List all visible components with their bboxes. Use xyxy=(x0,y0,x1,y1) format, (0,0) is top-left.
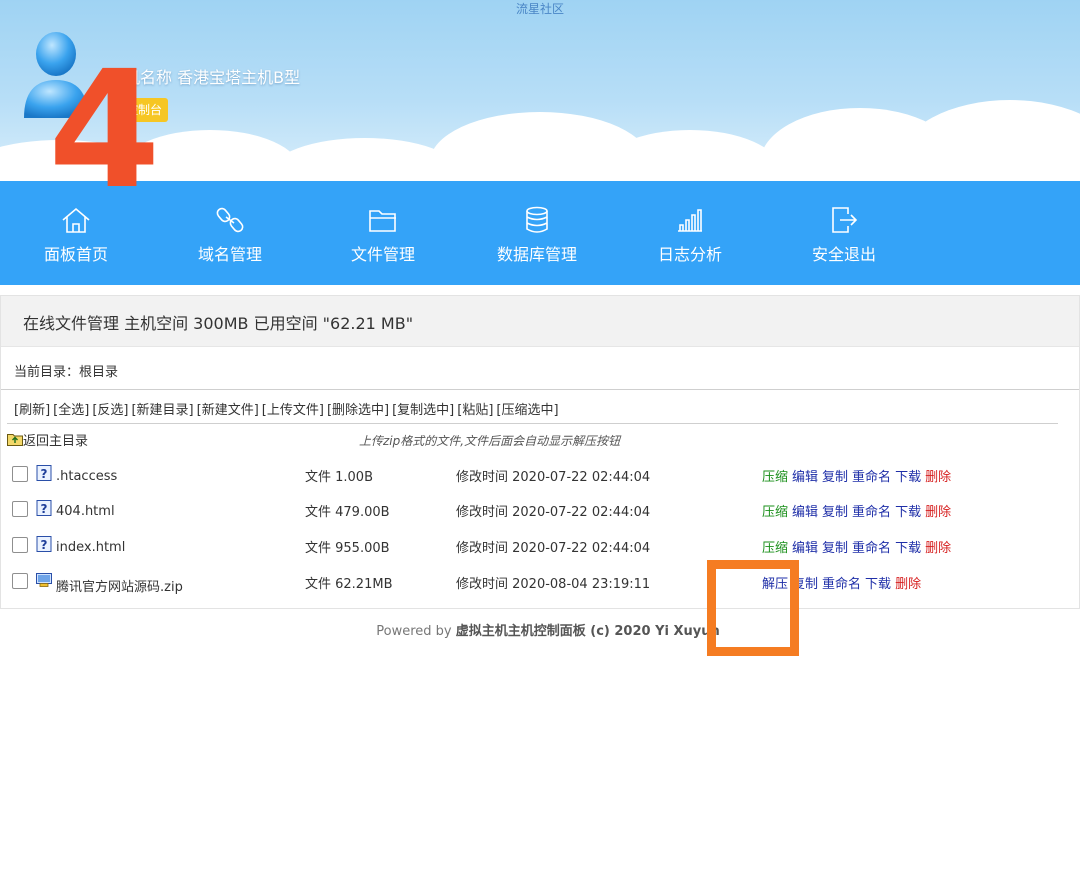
footer-prefix: Powered by xyxy=(376,624,456,639)
table-row: 腾讯官方网站源码.zip 文件 62.21MB 修改时间 2020-08-04 … xyxy=(1,573,1079,603)
folder-icon xyxy=(369,210,396,232)
compress-link[interactable]: 压缩 xyxy=(762,541,788,556)
file-actions: 压缩 编辑 复制 重命名 下载 删除 xyxy=(762,466,955,485)
file-modified: 修改时间 2020-07-22 02:44:04 xyxy=(456,505,651,520)
refresh-button[interactable]: [刷新] xyxy=(14,403,50,418)
nav-item-files[interactable]: 文件管理 xyxy=(323,181,443,285)
file-name-link[interactable]: .htaccess xyxy=(56,469,117,484)
svg-text:?: ? xyxy=(41,538,48,552)
row-checkbox[interactable] xyxy=(12,501,28,517)
back-to-root-label: 返回主目录 xyxy=(23,434,89,449)
delete-link[interactable]: 删除 xyxy=(925,470,951,485)
rename-link[interactable]: 重命名 xyxy=(852,541,891,556)
logout-icon xyxy=(832,207,858,233)
svg-text:?: ? xyxy=(41,502,48,516)
table-row: ? 404.html 文件 479.00B 修改时间 2020-07-22 02… xyxy=(1,500,1079,531)
unknown-file-icon: ? xyxy=(36,500,52,516)
new-folder-button[interactable]: [新建目录] xyxy=(131,403,193,418)
nav-item-logout[interactable]: 安全退出 xyxy=(784,181,904,285)
upload-file-button[interactable]: [上传文件] xyxy=(262,403,324,418)
nav-item-database[interactable]: 数据库管理 xyxy=(477,181,597,285)
rename-link[interactable]: 重命名 xyxy=(852,505,891,520)
rename-link[interactable]: 重命名 xyxy=(852,470,891,485)
paste-button[interactable]: [粘贴] xyxy=(457,403,493,418)
file-modified: 修改时间 2020-07-22 02:44:04 xyxy=(456,541,651,556)
download-link[interactable]: 下载 xyxy=(895,505,921,520)
cloud-decoration xyxy=(900,100,1080,181)
compress-selected-button[interactable]: [压缩选中] xyxy=(496,403,558,418)
nav-item-logs[interactable]: 日志分析 xyxy=(630,181,750,285)
nav-item-label: 日志分析 xyxy=(657,245,722,264)
file-size: 文件 1.00B xyxy=(305,470,373,485)
panel-header: 在线文件管理 主机空间 300MB 已用空间 "62.21 MB" xyxy=(1,296,1079,347)
nav-item-domain[interactable]: 域名管理 xyxy=(170,181,290,285)
delete-link[interactable]: 删除 xyxy=(925,505,951,520)
zip-file-icon xyxy=(36,573,52,587)
file-toolbar: [刷新] [全选] [反选] [新建目录] [新建文件] [上传文件] [删除选中] [复制选… xyxy=(14,399,562,418)
nav-item-label: 数据库管理 xyxy=(496,245,577,264)
file-size: 文件 479.00B xyxy=(305,505,390,520)
step-number-overlay: 4 xyxy=(48,37,161,225)
site-title[interactable]: 流星社区 xyxy=(0,0,1080,17)
row-checkbox[interactable] xyxy=(12,537,28,553)
page-title: 在线文件管理 主机空间 300MB 已用空间 "62.21 MB" xyxy=(23,314,414,333)
download-link[interactable]: 下载 xyxy=(895,541,921,556)
bar-chart-icon xyxy=(678,209,702,232)
copy-selected-button[interactable]: [复制选中] xyxy=(392,403,454,418)
delete-link[interactable]: 删除 xyxy=(925,541,951,556)
svg-text:?: ? xyxy=(41,467,48,481)
compress-link[interactable]: 压缩 xyxy=(762,470,788,485)
edit-link[interactable]: 编辑 xyxy=(792,541,818,556)
link-icon xyxy=(216,207,244,233)
highlight-box-annotation xyxy=(707,560,799,656)
delete-selected-button[interactable]: [删除选中] xyxy=(327,403,389,418)
footer-product: 虚拟主机主机控制面板 (c) 2020 Yi Xuyun xyxy=(455,624,720,639)
file-size: 文件 955.00B xyxy=(305,541,390,556)
header-banner: 流星社区 主机名称 香港宝塔主机B型 机控制台 xyxy=(0,0,1080,181)
file-modified: 修改时间 2020-08-04 23:19:11 xyxy=(456,577,651,592)
file-size: 文件 62.21MB xyxy=(305,577,393,592)
nav-item-label: 面板首页 xyxy=(43,245,108,264)
nav-item-label: 域名管理 xyxy=(197,245,262,264)
divider xyxy=(1,389,1079,390)
file-name-link[interactable]: 腾讯官方网站源码.zip xyxy=(56,576,183,595)
footer: Powered by 虚拟主机主机控制面板 (c) 2020 Yi Xuyun xyxy=(0,620,1080,639)
invert-selection-button[interactable]: [反选] xyxy=(92,403,128,418)
delete-link[interactable]: 删除 xyxy=(895,577,921,592)
back-to-root-link[interactable]: 返回主目录 xyxy=(7,430,88,449)
file-name-link[interactable]: 404.html xyxy=(56,504,115,519)
new-file-button[interactable]: [新建文件] xyxy=(197,403,259,418)
copy-link[interactable]: 复制 xyxy=(822,505,848,520)
nav-item-label: 文件管理 xyxy=(350,245,415,264)
table-row: ? .htaccess 文件 1.00B 修改时间 2020-07-22 02:… xyxy=(1,465,1079,496)
row-checkbox[interactable] xyxy=(12,573,28,589)
file-manager-panel: 在线文件管理 主机空间 300MB 已用空间 "62.21 MB" 当前目录：根… xyxy=(0,295,1080,609)
select-all-button[interactable]: [全选] xyxy=(53,403,89,418)
edit-link[interactable]: 编辑 xyxy=(792,470,818,485)
compress-link[interactable]: 压缩 xyxy=(762,505,788,520)
download-link[interactable]: 下载 xyxy=(895,470,921,485)
unknown-file-icon: ? xyxy=(36,465,52,481)
file-actions: 压缩 编辑 复制 重命名 下载 删除 xyxy=(762,537,955,556)
nav-item-label: 安全退出 xyxy=(811,245,876,264)
divider xyxy=(7,423,1058,424)
file-modified: 修改时间 2020-07-22 02:44:04 xyxy=(456,470,651,485)
folder-up-icon xyxy=(7,434,23,446)
edit-link[interactable]: 编辑 xyxy=(792,505,818,520)
upload-hint: 上传zip格式的文件,文件后面会自动显示解压按钮 xyxy=(359,434,621,448)
copy-link[interactable]: 复制 xyxy=(822,541,848,556)
current-directory: 当前目录：根目录 xyxy=(14,365,119,380)
database-icon xyxy=(526,206,548,233)
file-name-link[interactable]: index.html xyxy=(56,540,125,555)
rename-link[interactable]: 重命名 xyxy=(822,577,861,592)
download-link[interactable]: 下载 xyxy=(865,577,891,592)
main-nav: 面板首页 域名管理 文件管理 数据库管理 日志分析 安全退出 xyxy=(0,181,1080,285)
copy-link[interactable]: 复制 xyxy=(822,470,848,485)
row-checkbox[interactable] xyxy=(12,466,28,482)
unknown-file-icon: ? xyxy=(36,536,52,552)
file-actions: 压缩 编辑 复制 重命名 下载 删除 xyxy=(762,501,955,520)
table-row: ? index.html 文件 955.00B 修改时间 2020-07-22 … xyxy=(1,536,1079,567)
